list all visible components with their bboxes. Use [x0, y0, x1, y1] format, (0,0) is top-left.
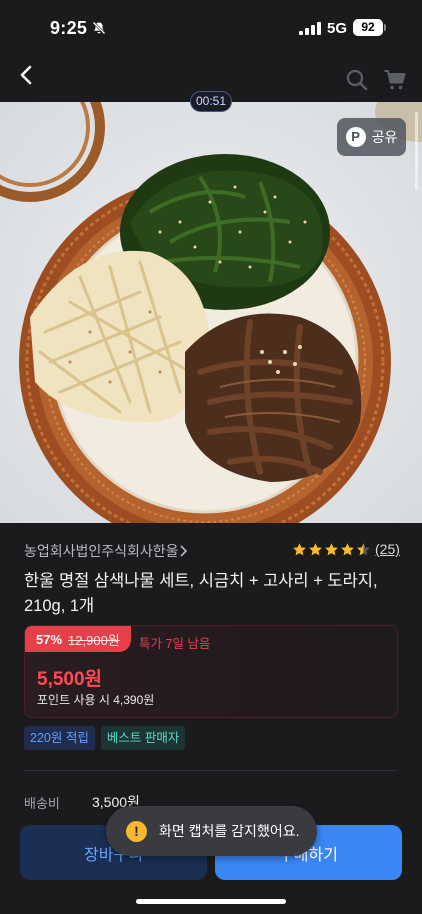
- scroll-indicator: [415, 112, 418, 190]
- cart-icon[interactable]: [383, 68, 407, 92]
- point-p-icon: P: [345, 127, 366, 147]
- star-half-icon: [357, 542, 370, 555]
- discount-tag: 57% 12,900원: [25, 626, 131, 652]
- points-badge: 220원 적립: [24, 726, 95, 750]
- battery-tip: [384, 24, 386, 31]
- seller-link[interactable]: 농업회사법인주식회사한울: [24, 541, 179, 561]
- point-price: 포인트 사용 시 4,390원: [37, 693, 155, 707]
- battery-icon: 92: [353, 19, 383, 36]
- original-price: 12,900원: [68, 632, 120, 648]
- video-timer-badge: 00:51: [190, 91, 232, 112]
- chevron-right-icon: [180, 545, 187, 557]
- namul-dish-illustration: [0, 102, 422, 523]
- share-label: 공유: [371, 129, 398, 145]
- product-title: 한울 명절 삼색나물 세트, 시금치 + 고사리 + 도라지, 210g, 1개: [24, 572, 378, 615]
- network-label: 5G: [327, 20, 348, 37]
- screenshot-toast: ! 화면 캡처를 감지했어요.: [106, 806, 317, 856]
- best-seller-badge: 베스트 판매자: [100, 726, 186, 750]
- home-indicator[interactable]: [136, 899, 286, 904]
- sale-price: 5,500원: [37, 669, 103, 690]
- star-full-icon: [325, 542, 338, 555]
- divider: [24, 770, 398, 771]
- star-full-icon: [309, 542, 322, 555]
- rating[interactable]: (25): [292, 541, 400, 557]
- shipping-label: 배송비: [24, 796, 60, 811]
- share-button[interactable]: P 공유: [337, 118, 406, 156]
- status-time: 9:25: [50, 18, 88, 38]
- review-count[interactable]: (25): [375, 541, 400, 557]
- chevron-left-icon[interactable]: [16, 64, 38, 86]
- bell-muted-icon: [92, 21, 106, 35]
- product-image[interactable]: [0, 102, 422, 523]
- star-full-icon: [293, 542, 306, 555]
- search-icon[interactable]: [345, 68, 369, 92]
- warning-icon: !: [126, 820, 147, 842]
- toast-message: 화면 캡처를 감지했어요.: [159, 823, 300, 839]
- badges: 220원 적립 베스트 판매자: [24, 726, 186, 750]
- discount-percent: 57%: [36, 631, 63, 647]
- price-card: 57% 12,900원 특가 7일 남음 5,500원 포인트 사용 시 4,3…: [24, 625, 398, 718]
- star-full-icon: [341, 542, 354, 555]
- status-bar: 9:25 5G 92: [0, 0, 422, 56]
- deal-countdown: 특가 7일 남음: [139, 637, 211, 651]
- signal-icon: [299, 22, 321, 35]
